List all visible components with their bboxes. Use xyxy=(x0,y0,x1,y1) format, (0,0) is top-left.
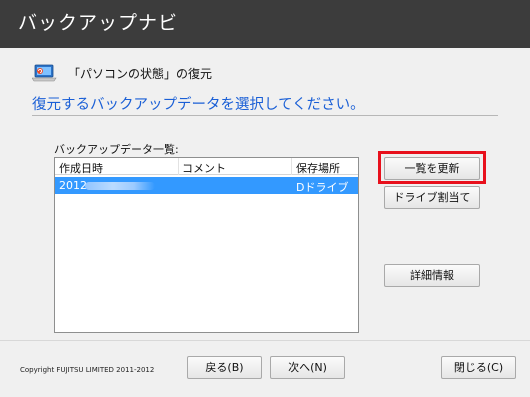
instruction-text: 復元するバックアップデータを選択してください。 xyxy=(32,97,365,113)
cell-created: 2012 xyxy=(59,179,87,192)
app-title: バックアップナビ xyxy=(18,12,179,34)
back-button[interactable]: 戻る(B) xyxy=(187,356,262,379)
backup-list[interactable]: 作成日時 コメント 保存場所 2012 Dドライブ xyxy=(54,157,359,333)
details-button[interactable]: 詳細情報 xyxy=(384,264,480,287)
laptop-restore-icon xyxy=(32,64,57,82)
title-bar: バックアップナビ xyxy=(0,0,530,48)
highlight-annotation xyxy=(378,151,486,184)
close-button[interactable]: 閉じる(C) xyxy=(441,356,516,379)
backup-row-selected[interactable]: 2012 Dドライブ xyxy=(55,177,358,194)
column-header-created[interactable]: 作成日時 xyxy=(59,160,103,176)
copyright-text: Copyright FUJITSU LIMITED 2011-2012 xyxy=(20,366,155,374)
column-separator[interactable] xyxy=(291,158,292,175)
footer: Copyright FUJITSU LIMITED 2011-2012 戻る(B… xyxy=(0,340,530,397)
drive-assign-button[interactable]: ドライブ割当て xyxy=(384,186,480,209)
column-separator[interactable] xyxy=(178,158,179,175)
main-content: 「パソコンの状態」の復元 復元するバックアップデータを選択してください。 バック… xyxy=(0,48,530,340)
backup-list-label: バックアップデータ一覧: xyxy=(54,143,179,156)
backup-list-header: 作成日時 コメント 保存場所 xyxy=(55,158,358,175)
column-header-comment[interactable]: コメント xyxy=(182,160,226,176)
divider xyxy=(32,115,498,116)
next-button[interactable]: 次へ(N) xyxy=(270,356,345,379)
column-header-location[interactable]: 保存場所 xyxy=(296,160,340,176)
obscured-date-text xyxy=(85,182,155,190)
breadcrumb: 「パソコンの状態」の復元 xyxy=(68,67,213,81)
cell-location: Dドライブ xyxy=(296,181,349,194)
